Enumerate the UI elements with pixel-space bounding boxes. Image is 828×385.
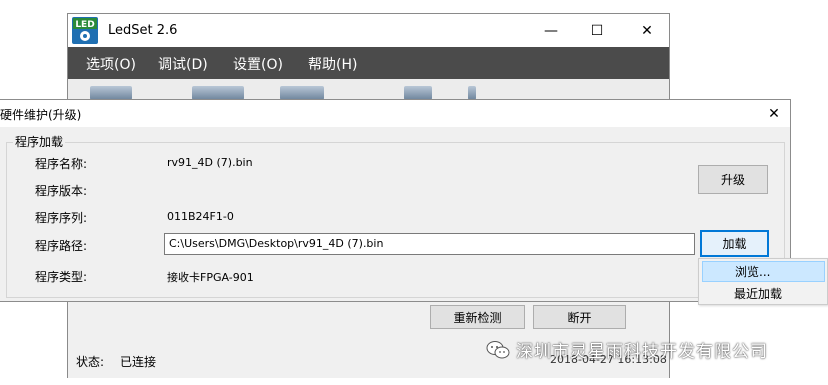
menu-debug[interactable]: 调试(D) (158, 54, 208, 74)
menu-item-recent-load[interactable]: 最近加载 (702, 283, 825, 304)
dialog-title: 硬件维护(升级) (0, 108, 82, 122)
screen-config-icon[interactable] (90, 86, 132, 100)
program-serial-value: 011B24F1-0 (167, 210, 234, 223)
window-title: LedSet 2.6 (108, 23, 178, 38)
status-label: 状态: (76, 355, 105, 369)
group-title: 程序加载 (13, 133, 66, 150)
minimize-button[interactable]: — (528, 14, 574, 47)
menu-help[interactable]: 帮助(H) (308, 54, 357, 74)
status-value: 已连接 (120, 355, 157, 369)
upgrade-button[interactable]: 升级 (698, 165, 768, 194)
dialog-titlebar: 硬件维护(升级) ✕ (0, 100, 790, 127)
menu-options[interactable]: 选项(O) (86, 54, 136, 74)
load-button[interactable]: 加载 (700, 230, 769, 257)
watermark-text: 深圳市灵星雨科技开发有限公司 (516, 342, 768, 362)
dialog-close-button[interactable]: ✕ (758, 100, 790, 127)
program-name-value: rv91_4D (7).bin (167, 156, 253, 169)
disconnect-button[interactable]: 断开 (533, 305, 626, 329)
program-load-group (6, 142, 785, 298)
monitor-icon[interactable] (280, 86, 324, 100)
watermark: 深圳市灵星雨科技开发有限公司 (486, 337, 768, 362)
ledset-logo-icon: LED (72, 17, 98, 44)
redetect-button[interactable]: 重新检测 (430, 305, 525, 329)
menu-item-browse[interactable]: 浏览... (702, 261, 825, 282)
device-icon[interactable] (404, 86, 432, 100)
main-titlebar: LED LedSet 2.6 — ☐ ✕ (68, 14, 669, 47)
program-type-label: 程序类型: (35, 270, 88, 284)
program-serial-label: 程序序列: (35, 211, 88, 225)
toolbar (68, 79, 669, 101)
program-path-input[interactable]: C:\Users\DMG\Desktop\rv91_4D (7).bin (164, 233, 695, 255)
close-button[interactable]: ✕ (624, 14, 670, 47)
menubar: 选项(O) 调试(D) 设置(O) 帮助(H) (68, 47, 669, 79)
logo-text: LED (75, 20, 94, 30)
menu-settings[interactable]: 设置(O) (233, 54, 283, 74)
program-version-label: 程序版本: (35, 184, 88, 198)
maximize-button[interactable]: ☐ (574, 14, 620, 47)
load-dropdown-menu: 浏览... 最近加载 (698, 258, 828, 305)
wechat-icon (486, 340, 510, 358)
display-icon[interactable] (192, 86, 244, 100)
firmware-dialog: 硬件维护(升级) ✕ 程序加载 程序名称: rv91_4D (7).bin 程序… (0, 99, 791, 302)
program-type-value: 接收卡FPGA-901 (167, 271, 254, 284)
tool-icon[interactable] (468, 86, 476, 100)
program-path-label: 程序路径: (35, 239, 88, 253)
program-name-label: 程序名称: (35, 157, 88, 171)
